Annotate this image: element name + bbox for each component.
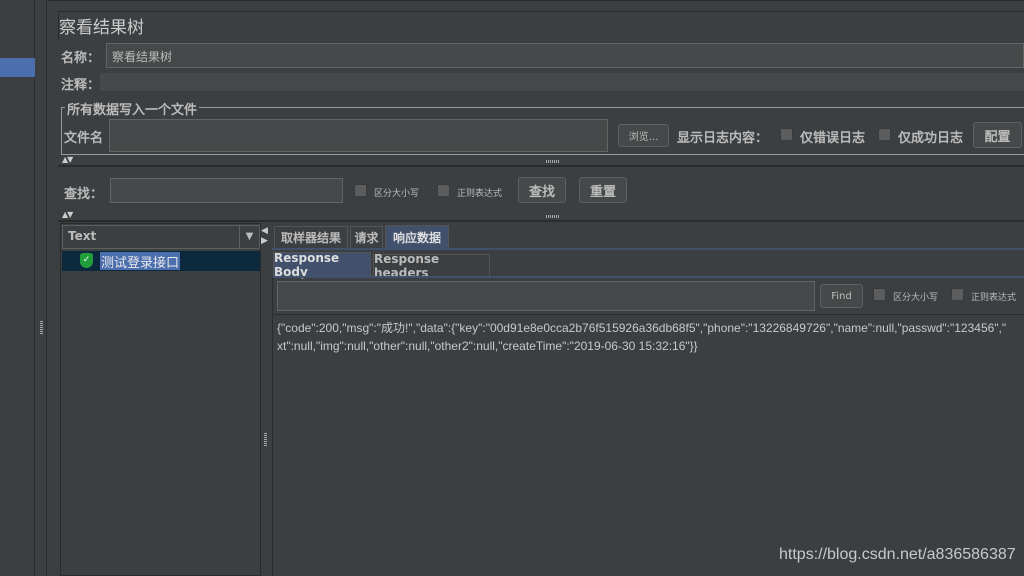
splitter-arrows-icon[interactable]: ▲▼ [62, 210, 73, 219]
left-tree-selected-item[interactable] [0, 58, 35, 77]
configure-button[interactable]: 配置 [973, 122, 1022, 148]
subtab-response-body[interactable]: Response Body [273, 251, 371, 279]
success-only-label: 仅成功日志 [898, 131, 964, 146]
result-tree-panel [60, 223, 261, 576]
renderer-value: Text [68, 229, 97, 243]
errors-only-checkbox[interactable] [780, 128, 793, 141]
divider [58, 220, 1024, 222]
chevron-down-icon[interactable]: ▼ [239, 226, 259, 248]
tab-sampler-result[interactable]: 取样器结果 [274, 226, 348, 248]
filename-input[interactable] [109, 119, 608, 152]
vertical-splitter[interactable] [264, 432, 267, 446]
title-box [58, 11, 1024, 41]
name-label: 名称： [61, 51, 101, 66]
errors-only-label: 仅错误日志 [800, 131, 866, 146]
response-regex-label: 正则表达式 [971, 293, 1017, 303]
browse-button[interactable]: 浏览... [618, 124, 669, 147]
tree-item[interactable]: ✓ 测试登录接口 [62, 251, 260, 271]
renderer-combobox[interactable]: Text ▼ [62, 225, 260, 249]
watermark: https://blog.csdn.net/a836586387 [779, 546, 1016, 563]
response-case-label: 区分大小写 [893, 293, 939, 303]
collapse-arrows-icon[interactable]: ◀ ▶ [261, 226, 268, 246]
name-value: 察看结果树 [112, 50, 173, 64]
response-case-checkbox[interactable] [873, 288, 886, 301]
response-find-button[interactable]: Find [820, 284, 863, 308]
log-content-label: 显示日志内容： [677, 131, 769, 146]
case-sensitive-checkbox[interactable] [354, 184, 367, 197]
comment-label: 注释： [61, 78, 101, 93]
main-splitter[interactable] [36, 0, 47, 576]
file-group-legend: 所有数据写入一个文件 [65, 99, 200, 118]
filename-label: 文件名 [64, 131, 104, 146]
search-label: 查找： [64, 187, 104, 202]
divider [58, 165, 1024, 167]
splitter-grip[interactable] [40, 320, 43, 334]
left-tree-strip [0, 0, 35, 576]
subtab-response-headers[interactable]: Response headers [373, 252, 490, 280]
response-line: {"code":200,"msg":"成功!","data":{"key":"0… [277, 321, 1007, 335]
splitter-grip[interactable] [546, 215, 560, 218]
search-input[interactable] [110, 178, 343, 203]
response-regex-checkbox[interactable] [951, 288, 964, 301]
tab-response-data[interactable]: 响应数据 [385, 225, 449, 248]
success-only-checkbox[interactable] [878, 128, 891, 141]
response-line: xt":null,"img":null,"other":null,"other2… [277, 339, 698, 353]
tab-request[interactable]: 请求 [350, 226, 383, 248]
regex-label: 正则表达式 [457, 189, 503, 199]
comment-input[interactable] [100, 73, 1024, 91]
find-button[interactable]: 查找 [518, 177, 566, 203]
regex-checkbox[interactable] [437, 184, 450, 197]
reset-button[interactable]: 重置 [579, 177, 627, 203]
splitter-arrows-icon[interactable]: ▲▼ [62, 155, 73, 164]
tab-underline [272, 248, 1024, 250]
tree-item-label: 测试登录接口 [100, 252, 181, 271]
page-title: 察看结果树 [59, 18, 144, 38]
success-shield-icon: ✓ [80, 253, 93, 268]
splitter-grip[interactable] [546, 160, 560, 163]
name-input[interactable]: 察看结果树 [106, 43, 1024, 68]
response-search-input[interactable] [277, 281, 815, 311]
divider [274, 314, 1024, 315]
case-sensitive-label: 区分大小写 [374, 189, 420, 199]
response-body-text[interactable]: {"code":200,"msg":"成功!","data":{"key":"0… [277, 319, 1024, 355]
